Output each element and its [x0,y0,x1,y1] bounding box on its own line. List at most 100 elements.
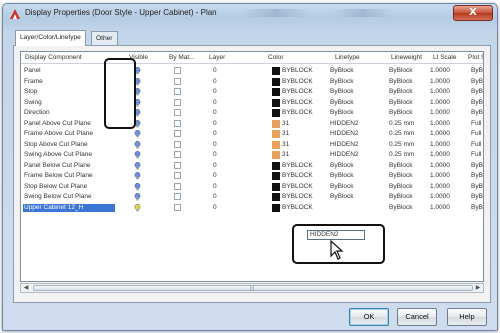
color-value[interactable]: BYBLOCK [282,109,313,117]
layer-value[interactable]: 0 [213,141,217,149]
color-value[interactable]: BYBLOCK [282,99,313,107]
header-by-material[interactable]: By Mat... [169,54,195,61]
color-value[interactable]: 31 [282,120,289,128]
display-component-name[interactable]: Panel Below Cut Plane [23,162,115,170]
visibility-bulb-icon[interactable] [134,172,142,180]
plot-style-value[interactable]: ByBlock [471,193,483,201]
by-material-checkbox[interactable] [174,88,181,95]
table-row[interactable]: Swing Above Cut Plane 0 31 HIDDEN2 0.25 mm 1.… [21,150,483,160]
display-component-name[interactable]: Direction [23,109,115,117]
color-value[interactable]: BYBLOCK [282,193,313,201]
lineweight-value[interactable]: 0.25 mm [389,120,414,128]
visibility-bulb-icon[interactable] [134,182,142,191]
color-value[interactable]: BYBLOCK [282,162,313,170]
color-value[interactable]: 31 [282,141,289,149]
lineweight-value[interactable]: ByBlock [389,99,412,107]
lineweight-value[interactable]: 0.25 mm [389,151,414,159]
table-row[interactable]: Swing Below Cut Plane 0 BYBLOCK ByBlock ByBl… [21,192,483,202]
linetype-value[interactable]: ByBlock [330,172,353,180]
lt-scale-value[interactable]: 1.0000 [430,172,450,180]
table-row[interactable]: Direction 0 BYBLOCK ByBlock ByBlock 1.0000 ByB… [21,108,483,118]
header-layer[interactable]: Layer [209,54,225,61]
by-material-checkbox[interactable] [174,130,181,137]
linetype-value[interactable]: ByBlock [330,109,353,117]
plot-style-value[interactable]: Full Satura [471,120,483,128]
lineweight-value[interactable]: 0.25 mm [389,130,414,138]
by-material-checkbox[interactable] [174,140,181,148]
lt-scale-value[interactable]: 1.0000 [430,99,450,107]
color-value[interactable]: BYBLOCK [282,172,313,180]
color-value[interactable]: BYBLOCK [282,183,313,191]
plot-style-value[interactable]: ByBlock [471,204,483,212]
tab-layer-color-linetype[interactable]: Layer/Color/Linetype [15,30,86,46]
plot-style-value[interactable]: ByBlock [471,162,483,170]
help-button[interactable]: Help [447,308,487,326]
linetype-value[interactable]: HIDDEN2 [330,130,359,138]
linetype-value[interactable]: ByBlock [330,193,353,201]
lt-scale-value[interactable]: 1.0000 [430,120,450,128]
plot-style-value[interactable]: Full Satura [471,151,483,159]
color-value[interactable]: BYBLOCK [282,204,313,212]
display-component-name[interactable]: Panel [23,67,115,75]
table-row[interactable]: Swing 0 BYBLOCK ByBlock ByBlock 1.0000 ByBlock [21,98,483,108]
color-value[interactable]: 31 [282,151,289,159]
lineweight-value[interactable]: ByBlock [389,88,412,96]
plot-style-value[interactable]: ByBlock [471,109,483,117]
layer-value[interactable]: 0 [213,120,217,128]
table-row[interactable]: Frame Below Cut Plane 0 BYBLOCK ByBlock ByBl… [21,171,483,181]
visibility-bulb-icon[interactable] [134,203,142,212]
plot-style-value[interactable]: Full Satura [471,141,483,149]
horizontal-scrollbar[interactable]: ◀ ||| ▶ [20,283,484,293]
layer-value[interactable]: 0 [213,204,217,212]
lineweight-value[interactable]: ByBlock [389,172,412,180]
lineweight-value[interactable]: ByBlock [389,193,412,201]
linetype-value[interactable]: ByBlock [330,78,353,86]
by-material-checkbox[interactable] [174,67,181,74]
plot-style-value[interactable]: ByBlock [471,67,483,75]
visibility-bulb-icon[interactable] [134,193,142,201]
linetype-value[interactable]: ByBlock [330,67,353,75]
display-component-name[interactable]: Panel Above Cut Plane [23,120,115,128]
tab-other[interactable]: Other [91,31,118,45]
header-linetype[interactable]: Linetype [335,54,360,61]
header-lt-scale[interactable]: Lt Scale [433,54,457,61]
scroll-right-arrow-icon[interactable]: ▶ [473,284,483,292]
cancel-button[interactable]: Cancel [397,308,437,326]
plot-style-value[interactable]: Full Satura [471,130,483,138]
lineweight-value[interactable]: ByBlock [389,67,412,75]
table-row[interactable]: Stop 0 BYBLOCK ByBlock ByBlock 1.0000 ByBlock [21,87,483,97]
lt-scale-value[interactable]: 1.0000 [430,204,450,212]
table-row[interactable]: Panel Below Cut Plane 0 BYBLOCK ByBlock ByBl… [21,161,483,171]
display-component-name[interactable]: Stop Above Cut Plane [23,141,115,149]
linetype-value[interactable]: HIDDEN2 [330,151,359,159]
by-material-checkbox[interactable] [174,193,181,200]
plot-style-value[interactable]: ByBlock [471,172,483,180]
display-component-name[interactable]: Upper Cabinet 12_H [23,203,115,212]
display-component-name[interactable]: Swing Below Cut Plane [23,193,115,201]
plot-style-value[interactable]: ByBlock [471,99,483,107]
display-component-name[interactable]: Swing Above Cut Plane [23,151,115,159]
lt-scale-value[interactable]: 1.0000 [430,130,450,138]
layer-value[interactable]: 0 [213,172,217,180]
lineweight-value[interactable]: ByBlock [389,204,412,212]
layer-value[interactable]: 0 [213,88,217,96]
table-row[interactable]: Panel 0 BYBLOCK ByBlock ByBlock 1.0000 ByBlock [21,66,483,76]
table-row[interactable]: Frame Above Cut Plane 0 31 HIDDEN2 0.25 mm 1.… [21,129,483,139]
plot-style-value[interactable]: ByBlock [471,183,483,191]
color-value[interactable]: 31 [282,130,289,138]
table-row[interactable]: Stop Below Cut Plane 0 BYBLOCK ByBlock ByBlo… [21,182,483,192]
plot-style-value[interactable]: ByBlock [471,78,483,86]
visibility-bulb-icon[interactable] [134,151,142,159]
visibility-bulb-icon[interactable] [134,161,142,170]
display-component-name[interactable]: Frame [23,78,115,86]
by-material-checkbox[interactable] [174,161,181,169]
color-value[interactable]: BYBLOCK [282,88,313,96]
lt-scale-value[interactable]: 1.0000 [430,162,450,170]
by-material-checkbox[interactable] [174,119,181,127]
scroll-left-arrow-icon[interactable]: ◀ [21,284,31,292]
table-row[interactable]: Frame 0 BYBLOCK ByBlock ByBlock 1.0000 ByBlock [21,77,483,87]
header-lineweight[interactable]: Lineweight [391,54,422,61]
layer-value[interactable]: 0 [213,193,217,201]
linetype-value[interactable]: ByBlock [330,99,353,107]
by-material-checkbox[interactable] [174,172,181,179]
